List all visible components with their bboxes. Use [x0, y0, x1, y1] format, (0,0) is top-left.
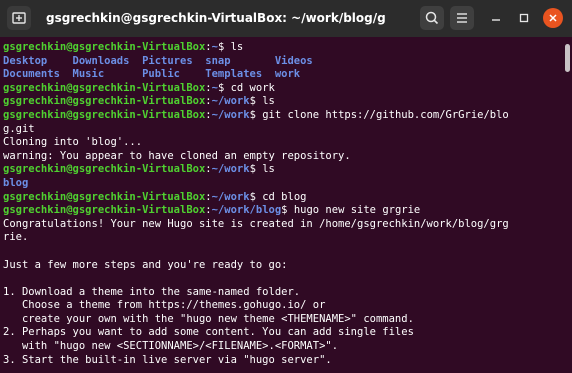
prompt-command: $ ls	[249, 95, 275, 108]
directory-names: Desktop Downloads Pictures snap Videos	[3, 54, 313, 67]
prompt-line: gsgrechkin@gsgrechkin-VirtualBox:~/work$…	[3, 95, 564, 109]
output-line: Choose a theme from https://themes.gohug…	[3, 299, 564, 313]
prompt-path: ~/work	[211, 95, 250, 108]
prompt-path: ~/work	[211, 108, 250, 121]
output-line: 3. Start the built-in live server via "h…	[3, 354, 564, 368]
output-line: rie.	[3, 231, 564, 245]
prompt-command: $ ls	[217, 41, 244, 53]
output-line: g.git	[3, 123, 564, 137]
prompt-line: gsgrechkin@gsgrechkin-VirtualBox:~/work/…	[3, 204, 564, 218]
prompt-path: ~/work/blog	[211, 204, 282, 217]
prompt-command: $ hugo new site grgrie	[281, 204, 421, 217]
prompt-command: $ git clone https://github.com/GrGrie/bl…	[249, 108, 509, 121]
search-button[interactable]	[420, 6, 444, 30]
prompt-line: gsgrechkin@gsgrechkin-VirtualBox:~$ cd w…	[3, 82, 564, 96]
prompt-path: ~/work	[211, 163, 250, 176]
output-line: create your own with the "hugo new theme…	[3, 313, 564, 327]
terminal-output[interactable]: gsgrechkin@gsgrechkin-VirtualBox:~$ ls De…	[0, 38, 564, 373]
output-line: 1. Download a theme into the same-named …	[3, 286, 564, 300]
prompt-user: gsgrechkin@gsgrechkin-VirtualBox	[3, 204, 206, 217]
scrollbar[interactable]	[565, 40, 570, 372]
menu-button[interactable]	[450, 6, 474, 30]
prompt-line: gsgrechkin@gsgrechkin-VirtualBox:~$ ls	[3, 41, 564, 55]
output-line: Cloning into 'blog'...	[3, 136, 564, 150]
directory-names: blog	[3, 176, 29, 189]
prompt-path: ~/work	[211, 190, 250, 203]
terminal-window: gsgrechkin@gsgrechkin-VirtualBox: ~/work…	[0, 0, 572, 373]
output-text: 2. Perhaps you want to add some content.…	[3, 326, 414, 339]
prompt-user: gsgrechkin@gsgrechkin-VirtualBox	[3, 163, 206, 176]
prompt-user: gsgrechkin@gsgrechkin-VirtualBox	[3, 95, 206, 108]
output-text: Just a few more steps and you're ready t…	[3, 258, 288, 271]
output-text: 3. Start the built-in live server via "h…	[3, 353, 332, 366]
minimize-button[interactable]	[486, 8, 506, 28]
prompt-line: gsgrechkin@gsgrechkin-VirtualBox:~/work$…	[3, 163, 564, 177]
prompt-command: $ cd blog	[249, 190, 307, 203]
output-text: warning: You appear to have cloned an em…	[3, 149, 351, 162]
prompt-user: gsgrechkin@gsgrechkin-VirtualBox	[3, 190, 206, 203]
directory-listing-line: blog	[3, 177, 564, 191]
directory-listing-line: Desktop Downloads Pictures snap Videos	[3, 55, 564, 69]
window-title: gsgrechkin@gsgrechkin-VirtualBox: ~/work…	[46, 11, 386, 25]
output-text: rie.	[3, 231, 29, 244]
output-text: Cloning into 'blog'...	[3, 136, 143, 149]
directory-listing-line: Documents Music Public Templates work	[3, 68, 564, 82]
title-bar[interactable]: gsgrechkin@gsgrechkin-VirtualBox: ~/work…	[0, 0, 572, 37]
output-text: Congratulations! Your new Hugo site is c…	[3, 217, 509, 230]
output-text: with "hugo new <SECTIONNAME>/<FILENAME>.…	[3, 340, 339, 353]
prompt-user: gsgrechkin@gsgrechkin-VirtualBox	[3, 108, 206, 121]
output-line: with "hugo new <SECTIONNAME>/<FILENAME>.…	[3, 340, 564, 354]
prompt-line: gsgrechkin@gsgrechkin-VirtualBox:~/work$…	[3, 109, 564, 123]
maximize-button[interactable]	[514, 8, 534, 28]
close-button[interactable]	[543, 8, 563, 28]
output-text: Choose a theme from https://themes.gohug…	[3, 299, 326, 312]
output-line: Just a few more steps and you're ready t…	[3, 259, 564, 273]
output-text: create your own with the "hugo new theme…	[3, 312, 414, 325]
output-text: 1. Download a theme into the same-named …	[3, 285, 301, 298]
output-line: warning: You appear to have cloned an em…	[3, 150, 564, 164]
output-line: 2. Perhaps you want to add some content.…	[3, 326, 564, 340]
prompt-user: gsgrechkin@gsgrechkin-VirtualBox	[3, 41, 206, 53]
output-line: Congratulations! Your new Hugo site is c…	[3, 218, 564, 232]
prompt-command: $ ls	[249, 163, 275, 176]
prompt-line: gsgrechkin@gsgrechkin-VirtualBox:~/work$…	[3, 191, 564, 205]
prompt-user: gsgrechkin@gsgrechkin-VirtualBox	[3, 81, 206, 94]
scrollbar-thumb[interactable]	[565, 44, 570, 72]
new-tab-button[interactable]	[7, 6, 31, 30]
output-text: g.git	[3, 122, 35, 135]
prompt-command: $ cd work	[217, 81, 275, 94]
directory-names: Documents Music Public Templates work	[3, 68, 301, 81]
